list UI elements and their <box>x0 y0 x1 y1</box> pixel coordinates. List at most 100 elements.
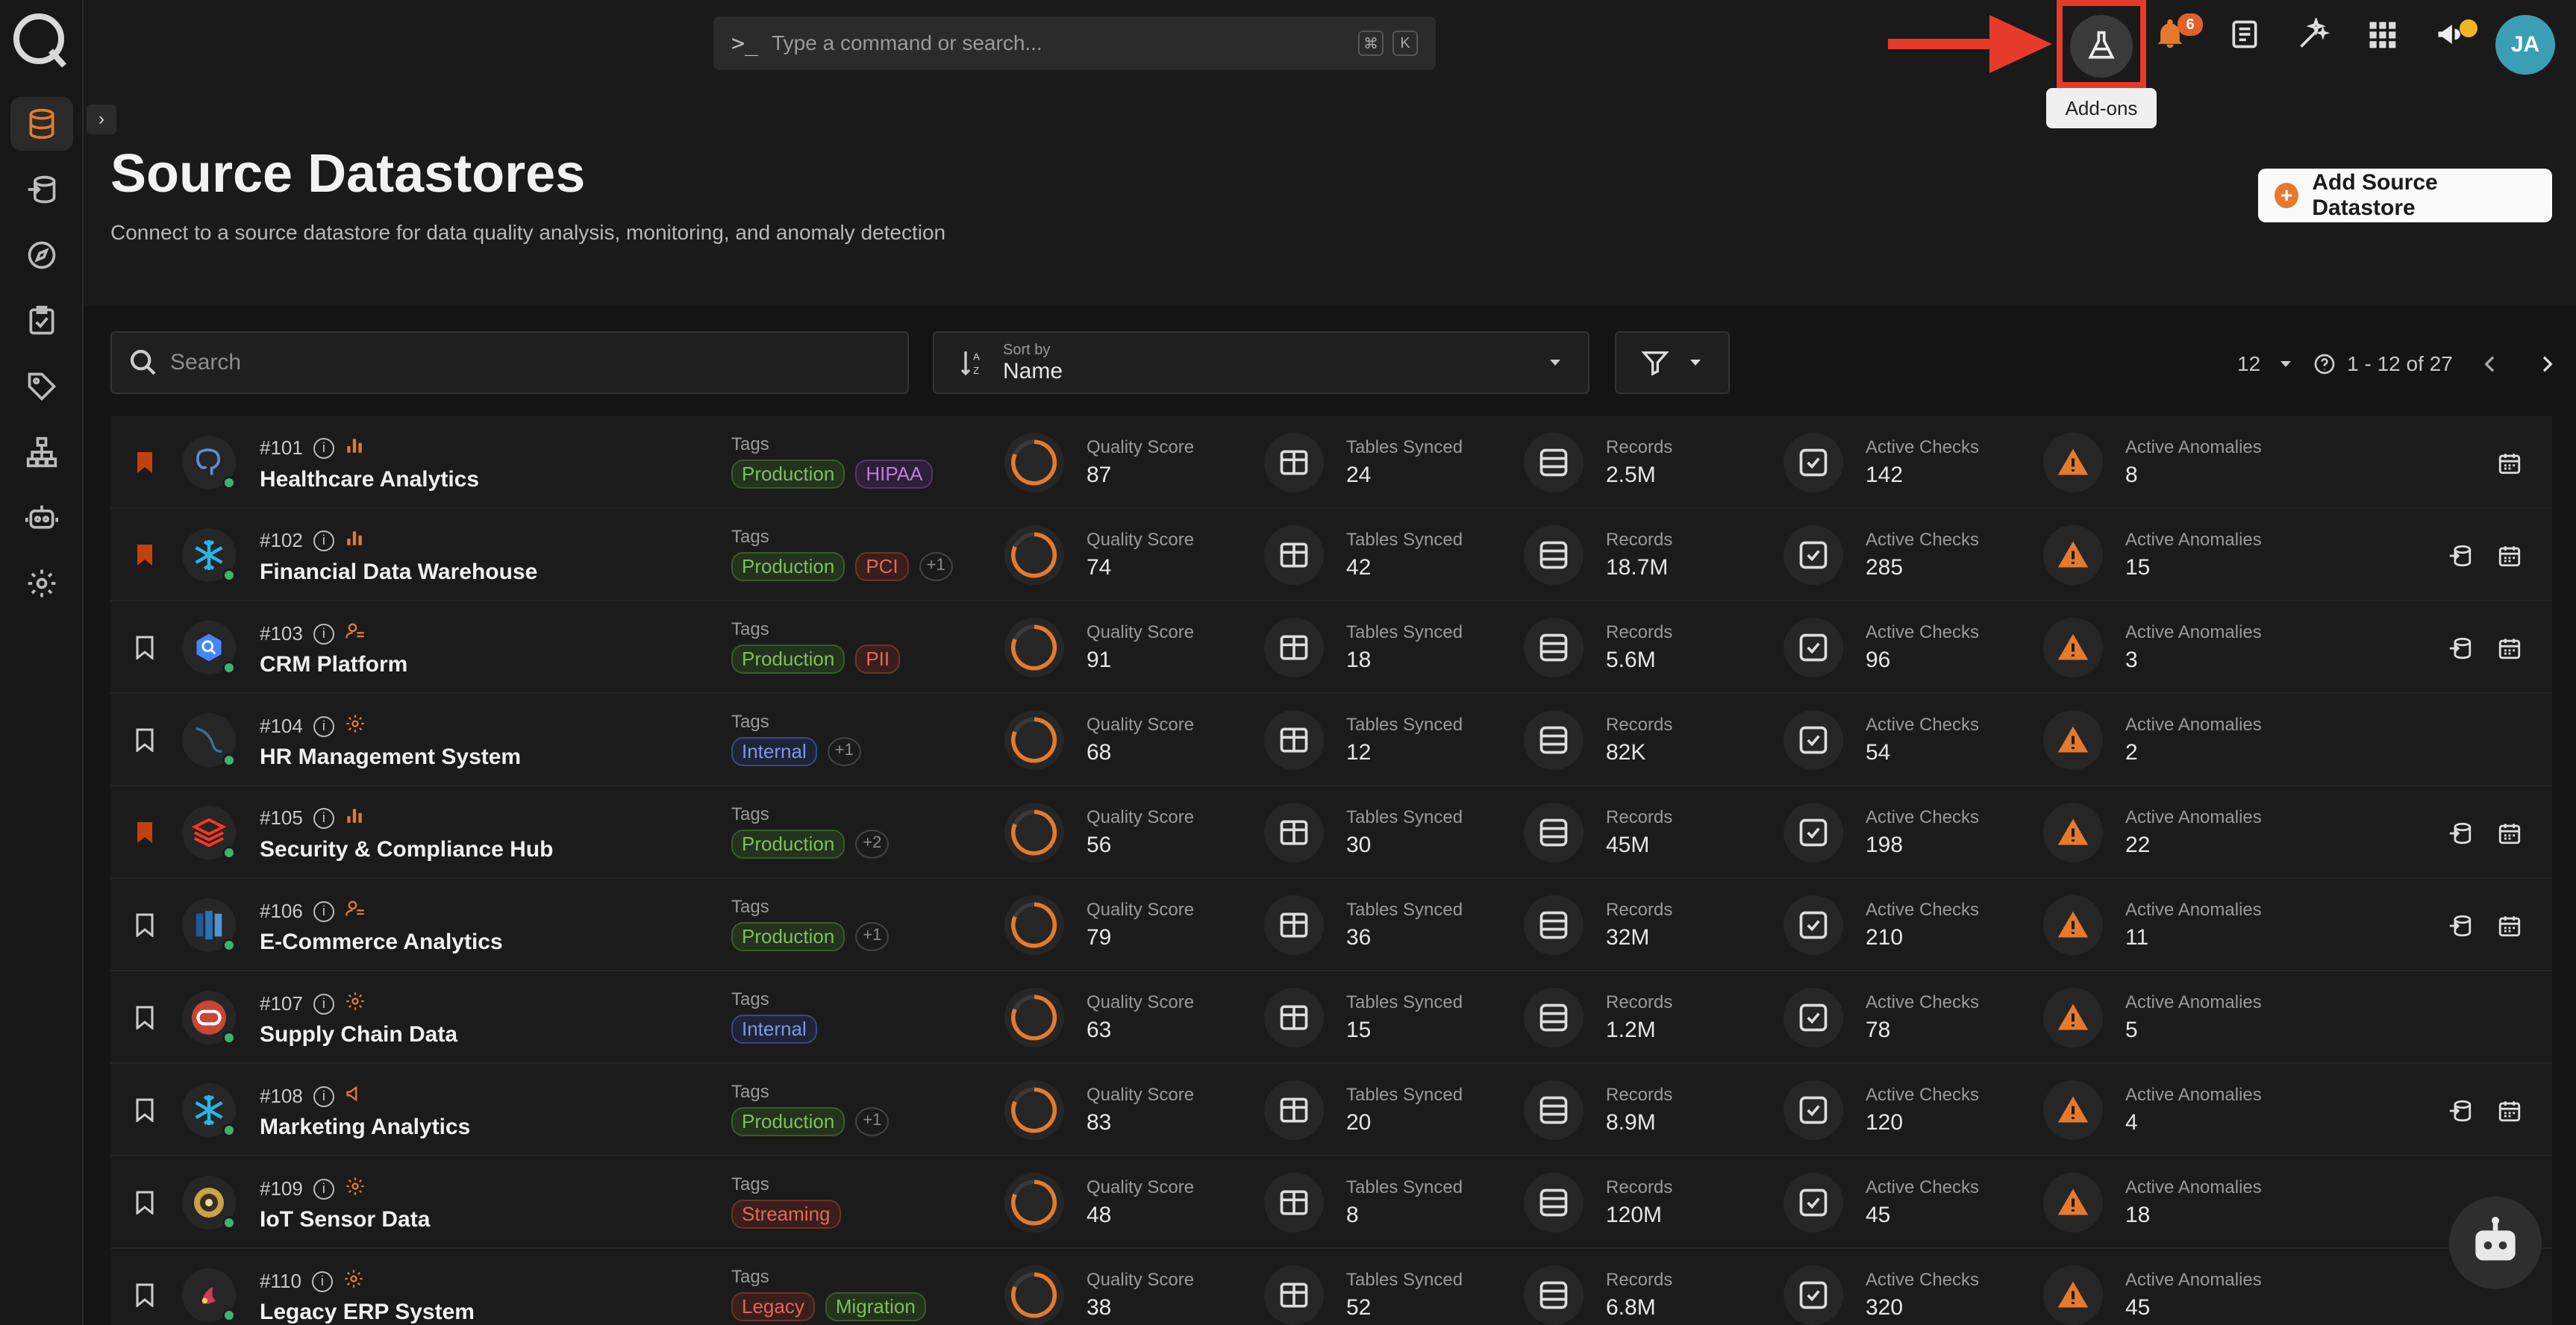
add-source-datastore-button[interactable]: + Add Source Datastore <box>2258 169 2552 222</box>
sync-datastore-icon[interactable] <box>2448 636 2473 665</box>
tag-chip[interactable]: Migration <box>825 1292 926 1321</box>
tag-chip[interactable]: Production <box>731 1107 845 1136</box>
caret-down-icon[interactable] <box>2277 355 2295 373</box>
info-icon[interactable]: i <box>313 437 334 459</box>
info-icon[interactable]: i <box>313 1086 334 1107</box>
bookmark-icon[interactable] <box>136 543 154 567</box>
datastore-name[interactable]: HR Management System <box>260 745 521 770</box>
datastore-row[interactable]: #110 i Legacy ERP System Tags Legacy Migratio… <box>110 1249 2552 1325</box>
info-icon[interactable]: i <box>313 623 334 645</box>
chevron-left-icon[interactable] <box>2478 352 2502 376</box>
datastore-row[interactable]: #106 i E-Commerce Analytics Tags Production +… <box>110 879 2552 971</box>
page-size-select[interactable]: 12 <box>2237 352 2260 376</box>
tag-chip[interactable]: +2 <box>855 830 890 859</box>
info-icon[interactable]: i <box>313 900 334 922</box>
nav-flows-icon[interactable] <box>10 425 73 479</box>
chart-icon <box>345 528 364 553</box>
tag-chip[interactable]: Internal <box>731 737 817 766</box>
tag-chip[interactable]: PII <box>855 645 901 674</box>
bookmark-icon[interactable] <box>136 913 154 939</box>
integrations-button[interactable] <box>2289 10 2337 58</box>
bookmark-icon[interactable] <box>136 728 154 754</box>
datastore-row[interactable]: #107 i Supply Chain Data Tags Internal Qualit… <box>110 971 2552 1064</box>
bookmark-icon[interactable] <box>136 1006 154 1031</box>
datastore-name[interactable]: Healthcare Analytics <box>260 467 479 492</box>
datastore-name[interactable]: Legacy ERP System <box>260 1300 475 1325</box>
calendar-icon[interactable] <box>2497 636 2522 665</box>
datastore-row[interactable]: #104 i HR Management System Tags Internal +1 Q… <box>110 694 2552 786</box>
chevron-right-icon[interactable]: › <box>87 104 116 134</box>
tag-chip[interactable]: +1 <box>827 737 861 766</box>
datastore-row[interactable]: #102 i Financial Data Warehouse Tags Product… <box>110 509 2552 601</box>
info-icon[interactable]: i <box>311 1271 333 1292</box>
datastore-row[interactable]: #101 i Healthcare Analytics Tags Production H… <box>110 416 2552 509</box>
bookmark-icon[interactable] <box>136 451 154 474</box>
user-avatar[interactable]: JA <box>2495 15 2555 75</box>
bookmark-icon[interactable] <box>136 1283 154 1309</box>
tag-chip[interactable]: Production <box>731 552 845 581</box>
datastore-name[interactable]: Supply Chain Data <box>260 1022 457 1047</box>
tag-chip[interactable]: Streaming <box>731 1200 841 1229</box>
calendar-icon[interactable] <box>2497 913 2522 942</box>
datastore-row[interactable]: #109 i IoT Sensor Data Tags Streaming Quality… <box>110 1156 2552 1249</box>
datastore-row[interactable]: #108 i Marketing Analytics Tags Production +1… <box>110 1064 2552 1156</box>
info-icon[interactable]: i <box>313 715 334 737</box>
bookmark-icon[interactable] <box>136 636 154 661</box>
connection-status-dot <box>222 846 236 859</box>
assistant-bot-button[interactable] <box>2449 1197 2542 1289</box>
nav-agents-icon[interactable] <box>10 491 73 545</box>
sync-datastore-icon[interactable] <box>2448 1098 2473 1127</box>
filter-button[interactable] <box>1615 331 1730 394</box>
info-icon[interactable]: i <box>313 807 334 829</box>
calendar-icon[interactable] <box>2497 821 2522 850</box>
calendar-icon[interactable] <box>2497 451 2522 480</box>
nav-settings-icon[interactable] <box>10 557 73 610</box>
bookmark-icon[interactable] <box>136 821 154 845</box>
nav-datastores-icon[interactable] <box>10 97 73 151</box>
calendar-icon[interactable] <box>2497 543 2522 572</box>
datastore-name[interactable]: Financial Data Warehouse <box>260 560 537 585</box>
bookmark-icon[interactable] <box>136 1098 154 1124</box>
tag-chip[interactable]: PCI <box>855 552 909 581</box>
search-input[interactable]: Search <box>110 331 909 394</box>
calendar-icon[interactable] <box>2497 1098 2522 1127</box>
nav-enrichment-icon[interactable] <box>10 163 73 216</box>
tag-chip[interactable]: Production <box>731 830 845 859</box>
tag-chip[interactable]: +1 <box>919 552 953 581</box>
datastore-name[interactable]: E-Commerce Analytics <box>260 930 503 955</box>
nav-checks-icon[interactable] <box>10 294 73 348</box>
datastore-name[interactable]: IoT Sensor Data <box>260 1207 430 1232</box>
datastore-row[interactable]: #105 i Security & Compliance Hub Tags Produc… <box>110 786 2552 879</box>
datastore-id-line: #103 i <box>260 621 366 647</box>
sync-datastore-icon[interactable] <box>2448 543 2473 572</box>
tag-chip[interactable]: +1 <box>855 1107 890 1136</box>
tag-chip[interactable]: HIPAA <box>855 460 934 489</box>
metric-tables: Tables Synced 36 <box>1264 895 1463 955</box>
chevron-right-icon[interactable] <box>2535 352 2559 376</box>
sync-datastore-icon[interactable] <box>2448 913 2473 942</box>
nav-tags-icon[interactable] <box>10 360 73 413</box>
docs-button[interactable] <box>2221 10 2269 58</box>
help-icon[interactable] <box>2313 352 2336 376</box>
datastore-name[interactable]: CRM Platform <box>260 652 407 677</box>
info-icon[interactable]: i <box>313 530 334 551</box>
datastore-name[interactable]: Marketing Analytics <box>260 1115 470 1140</box>
tag-chip[interactable]: Production <box>731 922 845 951</box>
tag-chip[interactable]: Internal <box>731 1015 817 1044</box>
tag-chip[interactable]: Production <box>731 460 845 489</box>
tag-chip[interactable]: Legacy <box>731 1292 815 1321</box>
sync-datastore-icon[interactable] <box>2448 821 2473 850</box>
nav-explore-icon[interactable] <box>10 228 73 282</box>
info-icon[interactable]: i <box>313 1178 334 1200</box>
datastore-name[interactable]: Security & Compliance Hub <box>260 837 553 862</box>
apps-button[interactable] <box>2358 10 2406 58</box>
tag-chip[interactable]: +1 <box>855 922 890 951</box>
command-search-bar[interactable]: >_ Type a command or search... ⌘ K <box>713 16 1436 70</box>
sort-select[interactable]: AZ Sort by Name <box>933 331 1589 394</box>
app-logo-icon[interactable] <box>10 10 70 70</box>
bookmark-icon[interactable] <box>136 1191 154 1216</box>
datastore-row[interactable]: #103 i CRM Platform Tags Production PII Qualit… <box>110 601 2552 694</box>
tag-chip[interactable]: Production <box>731 645 845 674</box>
anomalies-icon <box>2043 895 2103 955</box>
info-icon[interactable]: i <box>313 993 334 1015</box>
